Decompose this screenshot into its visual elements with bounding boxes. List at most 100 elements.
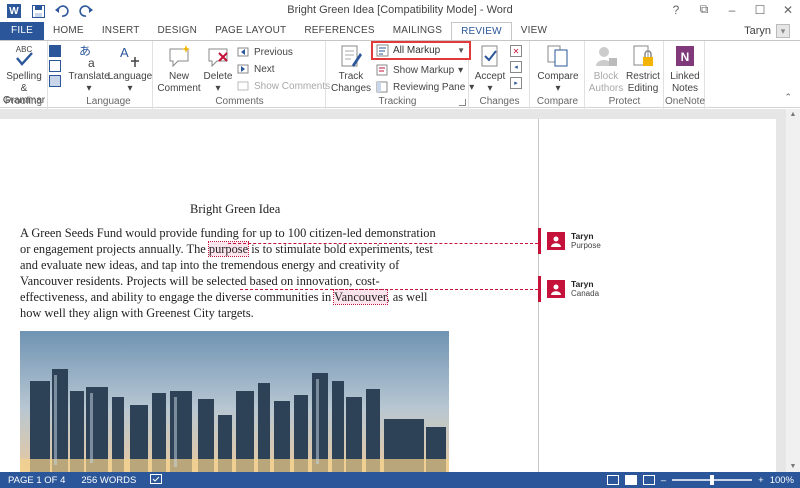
accept-icon	[477, 43, 503, 69]
document-title: Bright Green Idea	[190, 202, 281, 216]
show-markup-button[interactable]: Show Markup ▾	[375, 62, 463, 78]
show-comments-label: Show Comments	[254, 80, 331, 92]
authors-label: Authors	[588, 83, 624, 94]
onenote-icon: N	[672, 43, 698, 69]
proofing-status-icon[interactable]	[136, 473, 163, 487]
new-comment-button[interactable]: New Comment	[156, 43, 202, 95]
commented-text-purpose[interactable]: purpose	[207, 241, 250, 257]
restrict-editing-button[interactable]: Restrict Editing	[624, 43, 662, 95]
block-authors-button[interactable]: Block Authors	[588, 43, 624, 95]
previous-comment-icon	[236, 45, 250, 59]
delete-comment-icon	[205, 43, 231, 69]
thesaurus-icon[interactable]	[49, 60, 61, 72]
minimize-button[interactable]: –	[724, 3, 740, 17]
track-changes-button[interactable]: Track Changes	[329, 43, 373, 95]
city-skyline-image[interactable]	[20, 331, 449, 472]
title-bar: W Bright Green Idea [Compatibility Mode]…	[0, 0, 800, 22]
block-authors-icon	[593, 43, 619, 69]
svg-text:N: N	[681, 50, 690, 64]
tab-design[interactable]: DESIGN	[149, 22, 207, 40]
undo-icon[interactable]	[54, 3, 70, 19]
tracking-dialog-launcher-icon[interactable]	[459, 99, 466, 106]
word-count-icon[interactable]	[49, 75, 61, 87]
proofing-small-buttons	[49, 45, 61, 87]
restrict-editing-icon	[630, 43, 656, 69]
reviewing-pane-icon	[375, 80, 389, 94]
tab-mailings[interactable]: MAILINGS	[384, 22, 451, 40]
word-count[interactable]: 256 WORDS	[65, 475, 136, 486]
scroll-down-icon[interactable]: ▼	[786, 463, 800, 470]
collapse-ribbon-icon[interactable]: ⌃	[784, 92, 792, 103]
zoom-in-button[interactable]: +	[758, 475, 764, 486]
changes-group-label: Changes	[479, 96, 520, 107]
compare-label: Compare	[537, 71, 579, 82]
comment-balloon-2[interactable]: Taryn Canada	[538, 276, 599, 302]
linked-label: Linked	[670, 71, 700, 82]
tab-references[interactable]: REFERENCES	[295, 22, 383, 40]
tab-file[interactable]: FILE	[0, 22, 44, 40]
tab-insert[interactable]: INSERT	[93, 22, 149, 40]
word-icon[interactable]: W	[6, 3, 22, 19]
vertical-scrollbar[interactable]: ▲ ▼	[786, 109, 800, 472]
comments-group-label: Comments	[215, 96, 264, 107]
tab-view[interactable]: VIEW	[512, 22, 556, 40]
tab-home[interactable]: HOME	[44, 22, 93, 40]
comment-connector-2	[240, 289, 538, 290]
next-change-icon[interactable]: ▸	[510, 77, 522, 89]
onenote-group-label: OneNote	[665, 96, 706, 107]
delete-label: Delete	[203, 71, 233, 82]
zoom-out-button[interactable]: –	[661, 475, 666, 486]
block-label: Block	[593, 71, 619, 82]
reject-icon[interactable]: ✕	[510, 45, 522, 57]
language-button[interactable]: A Language ▾	[108, 43, 153, 95]
document-paragraph[interactable]: A Green Seeds Fund would provide funding…	[20, 225, 445, 321]
document-area: Bright Green Idea A Green Seeds Fund wou…	[0, 109, 800, 472]
translate-button[interactable]: あa Translate ▾	[68, 43, 110, 95]
accept-button[interactable]: Accept ▾	[472, 43, 508, 95]
define-icon[interactable]	[49, 45, 61, 57]
redo-icon[interactable]	[78, 3, 94, 19]
print-layout-icon[interactable]	[624, 475, 637, 485]
read-mode-icon[interactable]	[606, 475, 619, 485]
group-proofing: ABC Spelling & Grammar Proofing	[0, 41, 48, 109]
notes-label: Notes	[671, 83, 699, 94]
linked-notes-button[interactable]: N Linked Notes	[667, 43, 703, 95]
close-button[interactable]: ✕	[780, 3, 796, 17]
show-markup-icon	[375, 63, 389, 77]
maximize-button[interactable]: ☐	[752, 3, 768, 17]
compare-button[interactable]: Compare ▾	[535, 43, 581, 95]
user-name: Taryn	[744, 25, 771, 37]
zoom-slider-thumb[interactable]	[710, 475, 715, 485]
next-comment-button[interactable]: Next	[236, 61, 275, 77]
tab-review[interactable]: REVIEW	[451, 22, 512, 41]
document-page[interactable]: Bright Green Idea A Green Seeds Fund wou…	[0, 119, 776, 472]
group-compare: Compare ▾ Compare	[531, 41, 585, 109]
delete-comment-button[interactable]: Delete ▾	[202, 43, 234, 95]
translate-icon: あa	[76, 43, 102, 69]
comment-balloon-1[interactable]: Taryn Purpose	[538, 228, 601, 254]
group-changes: Accept ▾ ✕ ◂ ▸ Changes	[470, 41, 530, 109]
zoom-slider[interactable]	[672, 475, 753, 485]
scroll-up-icon[interactable]: ▲	[786, 111, 800, 118]
group-onenote: N Linked Notes OneNote	[665, 41, 705, 109]
user-account[interactable]: Taryn ▾	[744, 24, 790, 38]
previous-comment-button[interactable]: Previous	[236, 44, 293, 60]
svg-text:A: A	[120, 45, 129, 60]
save-icon[interactable]	[30, 3, 46, 19]
ribbon-display-button[interactable]: ⧉	[696, 2, 712, 17]
markup-icon	[376, 44, 389, 57]
comment-avatar-icon	[547, 232, 565, 250]
previous-change-icon[interactable]: ◂	[510, 61, 522, 73]
display-for-review-dropdown[interactable]: All Markup ▼	[371, 41, 471, 60]
web-layout-icon[interactable]	[642, 475, 655, 485]
page-count[interactable]: PAGE 1 OF 4	[0, 475, 65, 486]
dropdown-arrow-icon: ▼	[457, 46, 465, 55]
zoom-level[interactable]: 100%	[770, 475, 794, 486]
show-comments-button[interactable]: Show Comments	[236, 78, 330, 94]
next-label: Next	[254, 63, 275, 75]
reviewing-pane-button[interactable]: Reviewing Pane ▾	[375, 79, 474, 95]
commented-text-vancouver[interactable]: Vancouver	[333, 289, 388, 305]
translate-label: Translate	[68, 71, 110, 82]
tab-page-layout[interactable]: PAGE LAYOUT	[206, 22, 295, 40]
help-button[interactable]: ?	[668, 3, 684, 17]
